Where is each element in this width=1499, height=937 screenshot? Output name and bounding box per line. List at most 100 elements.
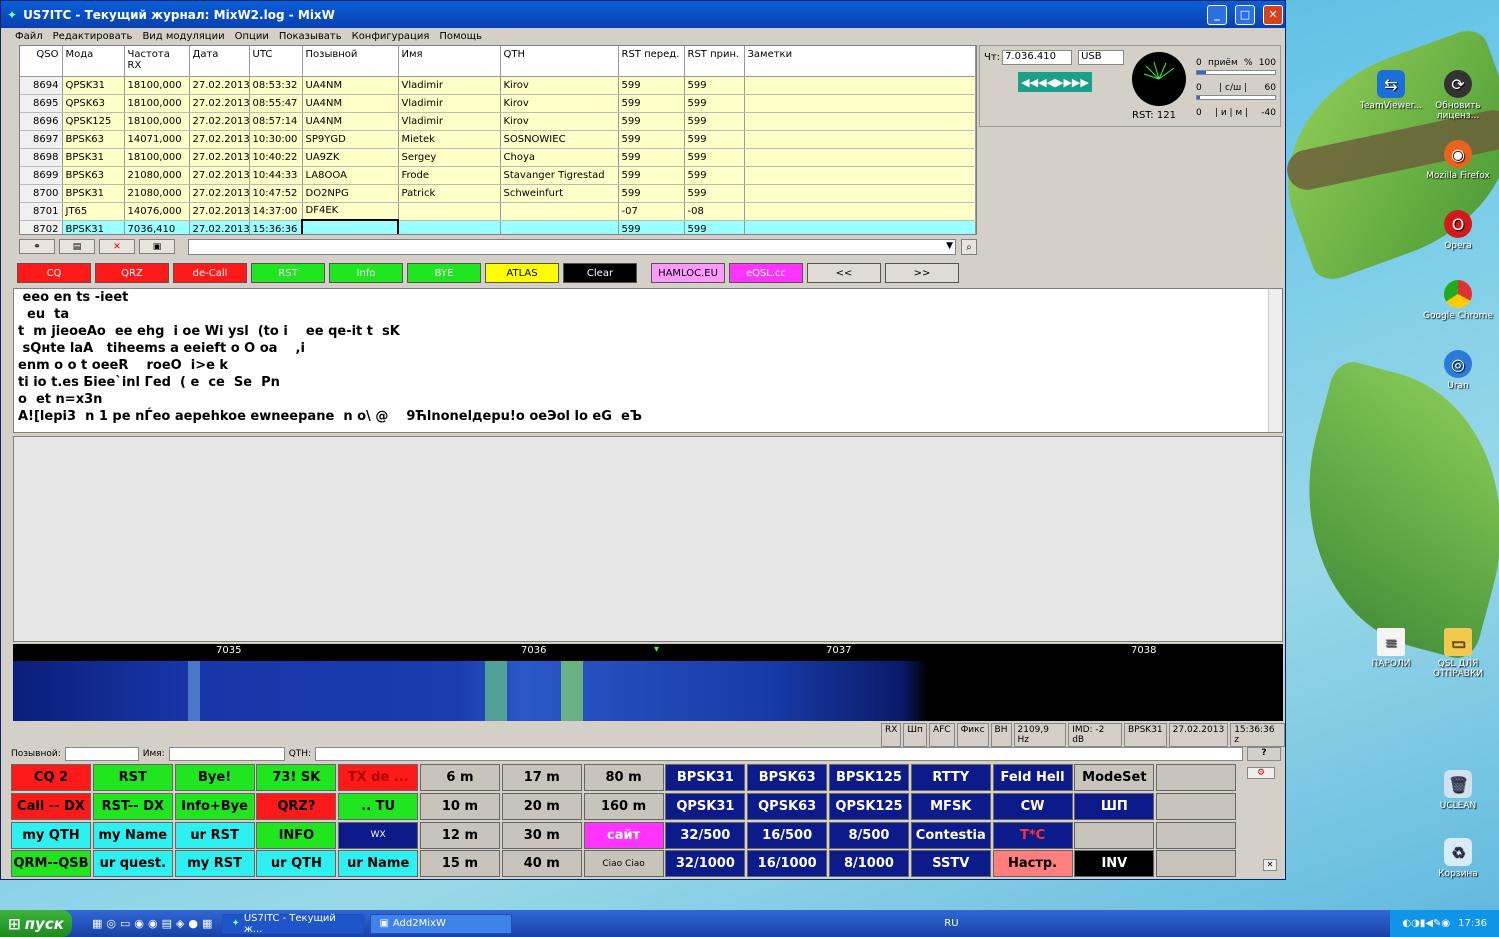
table-cell[interactable]: 599	[684, 166, 745, 185]
column-header[interactable]: Частота RX	[124, 46, 190, 77]
tuning-arrows[interactable]: ◀◀◀◀▶▶▶▶	[1018, 72, 1092, 92]
table-cell[interactable]: Mietek	[398, 130, 501, 149]
table-cell[interactable]	[744, 130, 976, 149]
table-cell[interactable]	[744, 166, 976, 185]
table-cell[interactable]: 8697	[20, 130, 63, 149]
table-cell[interactable]: 8696	[20, 112, 63, 131]
help-button[interactable]: ?	[1247, 747, 1282, 761]
macro-grid-button[interactable]	[1156, 850, 1237, 878]
table-cell[interactable]: -08	[684, 202, 745, 221]
table-cell[interactable]: Choya	[500, 148, 619, 167]
macro-grid-button[interactable]: MFSK	[910, 792, 991, 820]
table-cell[interactable]: 21080,000	[124, 166, 190, 185]
desktop-icon-uran[interactable]: ◎ Uran	[1423, 350, 1493, 391]
table-cell[interactable]	[398, 202, 501, 221]
start-button[interactable]: ⊞ пуск	[0, 910, 72, 937]
desktop-icon-update-license[interactable]: ⟳ Обновить лиценз...	[1423, 70, 1493, 121]
column-header[interactable]: RST прин.	[684, 46, 745, 77]
desktop-icon-opera[interactable]: O Opera	[1423, 210, 1493, 251]
table-cell[interactable]: 599	[618, 166, 685, 185]
task-mixw[interactable]: ✦ US7ITC - Текущий ж...	[222, 913, 365, 935]
call-input[interactable]	[64, 747, 139, 761]
table-cell[interactable]: 10:30:00	[249, 130, 303, 149]
table-cell[interactable]: BPSK31	[62, 148, 125, 167]
macro-grid-button[interactable]	[1074, 821, 1155, 849]
table-cell[interactable]: 14:37:00	[249, 202, 303, 221]
table-cell[interactable]	[500, 202, 619, 221]
table-cell[interactable]: LA8OOA	[302, 166, 399, 185]
desktop-icon-paroli[interactable]: ≡ ПАРОЛИ	[1356, 628, 1426, 669]
column-header[interactable]: Дата	[189, 46, 250, 77]
table-cell[interactable]: Stavanger Tigrestad	[500, 166, 619, 185]
table-cell[interactable]: 599	[684, 112, 745, 131]
macro-grid-button[interactable]: QRZ?	[256, 792, 337, 820]
table-cell[interactable]: SP9YGD	[302, 130, 399, 149]
table-cell[interactable]: 599	[684, 148, 745, 167]
table-cell[interactable]: QPSK125	[62, 112, 125, 131]
macro-grid-button[interactable]: ur RST	[174, 821, 255, 849]
table-cell[interactable]	[744, 220, 976, 234]
macro-grid-button[interactable]	[1156, 792, 1237, 820]
macro-grid-button[interactable]: Настр.	[992, 850, 1073, 878]
table-cell[interactable]: 599	[684, 184, 745, 203]
macro-grid-button[interactable]: INFO	[256, 821, 337, 849]
macro-grid-button[interactable]: 32/1000	[665, 850, 746, 878]
name-input[interactable]	[168, 747, 285, 761]
macro-button[interactable]: CQ	[17, 263, 91, 283]
table-cell[interactable]: 8694	[20, 76, 63, 95]
column-header[interactable]: Имя	[398, 46, 501, 77]
table-cell[interactable]: Frode	[398, 166, 501, 185]
table-cell[interactable]: 8702	[20, 220, 63, 234]
table-cell[interactable]: Vladimir	[398, 94, 501, 113]
table-cell[interactable]: BPSK31	[62, 184, 125, 203]
macro-grid-button[interactable]	[1156, 764, 1237, 791]
table-cell[interactable]: 27.02.2013	[189, 166, 250, 185]
table-row[interactable]: 8695 QPSK63 18100,000 27.02.2013 08:55:47 UA4…	[20, 94, 976, 113]
log-filter-combo[interactable]: ▼	[188, 239, 956, 255]
table-cell[interactable]: DO2NPG	[302, 184, 399, 203]
table-cell[interactable]: 599	[618, 76, 685, 95]
table-cell[interactable]: 14076,000	[124, 202, 190, 221]
table-cell[interactable]: 27.02.2013	[189, 184, 250, 203]
table-cell[interactable]: 8700	[20, 184, 63, 203]
desktop-icon-recycle-bin[interactable]: ♻ Корзина	[1423, 838, 1493, 879]
table-cell[interactable]: Kirov	[500, 94, 619, 113]
table-cell[interactable]: 599	[684, 76, 745, 95]
minimize-button[interactable]: _	[1207, 4, 1227, 25]
table-row[interactable]: 8699 BPSK63 21080,000 27.02.2013 10:44:33 LA8…	[20, 166, 976, 185]
table-cell[interactable]	[500, 220, 619, 234]
title-bar[interactable]: ✦ US7ITC - Текущий журнал: MixW2.log - M…	[1, 1, 1285, 28]
table-cell[interactable]: 27.02.2013	[189, 112, 250, 131]
transmit-text-window[interactable]	[13, 436, 1283, 642]
macro-button[interactable]: Clear	[563, 263, 637, 283]
table-row[interactable]: 8697 BPSK63 14071,000 27.02.2013 10:30:00 SP9…	[20, 130, 976, 149]
table-cell[interactable]: Kirov	[500, 112, 619, 131]
menu-mode[interactable]: Вид модуляции	[142, 31, 224, 42]
macro-grid-button[interactable]: 80 m	[583, 764, 664, 791]
table-cell[interactable]: 18100,000	[124, 112, 190, 131]
table-cell[interactable]: 27.02.2013	[189, 130, 250, 149]
macro-grid-button[interactable]: 12 m	[419, 821, 500, 849]
table-cell[interactable]	[744, 112, 976, 131]
table-cell[interactable]: 8699	[20, 166, 63, 185]
macro-grid-button[interactable]: 8/1000	[828, 850, 909, 878]
table-cell[interactable]: 18100,000	[124, 76, 190, 95]
table-cell[interactable]: 599	[684, 220, 745, 234]
macro-grid-button[interactable]: CW	[992, 792, 1073, 820]
macro-grid-button[interactable]: RST-- DX	[92, 792, 173, 820]
status-field[interactable]: RX	[881, 723, 902, 747]
language-indicator[interactable]: RU	[944, 918, 958, 929]
macro-grid-button[interactable]: TX de ...	[338, 764, 419, 791]
macro-grid-button[interactable]: 8/500	[828, 821, 909, 849]
table-cell[interactable]: 599	[618, 130, 685, 149]
column-header[interactable]: QTH	[500, 46, 619, 77]
quicklaunch-icons[interactable]: ▦◎▭◉◉▤◈●▦	[92, 917, 216, 930]
table-cell[interactable]: UA4NM	[302, 94, 399, 113]
macro-grid-button[interactable]: BPSK125	[828, 764, 909, 791]
table-cell[interactable]: Patrick	[398, 184, 501, 203]
table-cell[interactable]: UA9ZK	[302, 148, 399, 167]
macro-grid-button[interactable]: 15 m	[419, 850, 500, 878]
macro-button[interactable]: Info	[329, 263, 403, 283]
column-header[interactable]: Заметки	[744, 46, 976, 77]
rx-scrollbar[interactable]	[1268, 289, 1282, 432]
